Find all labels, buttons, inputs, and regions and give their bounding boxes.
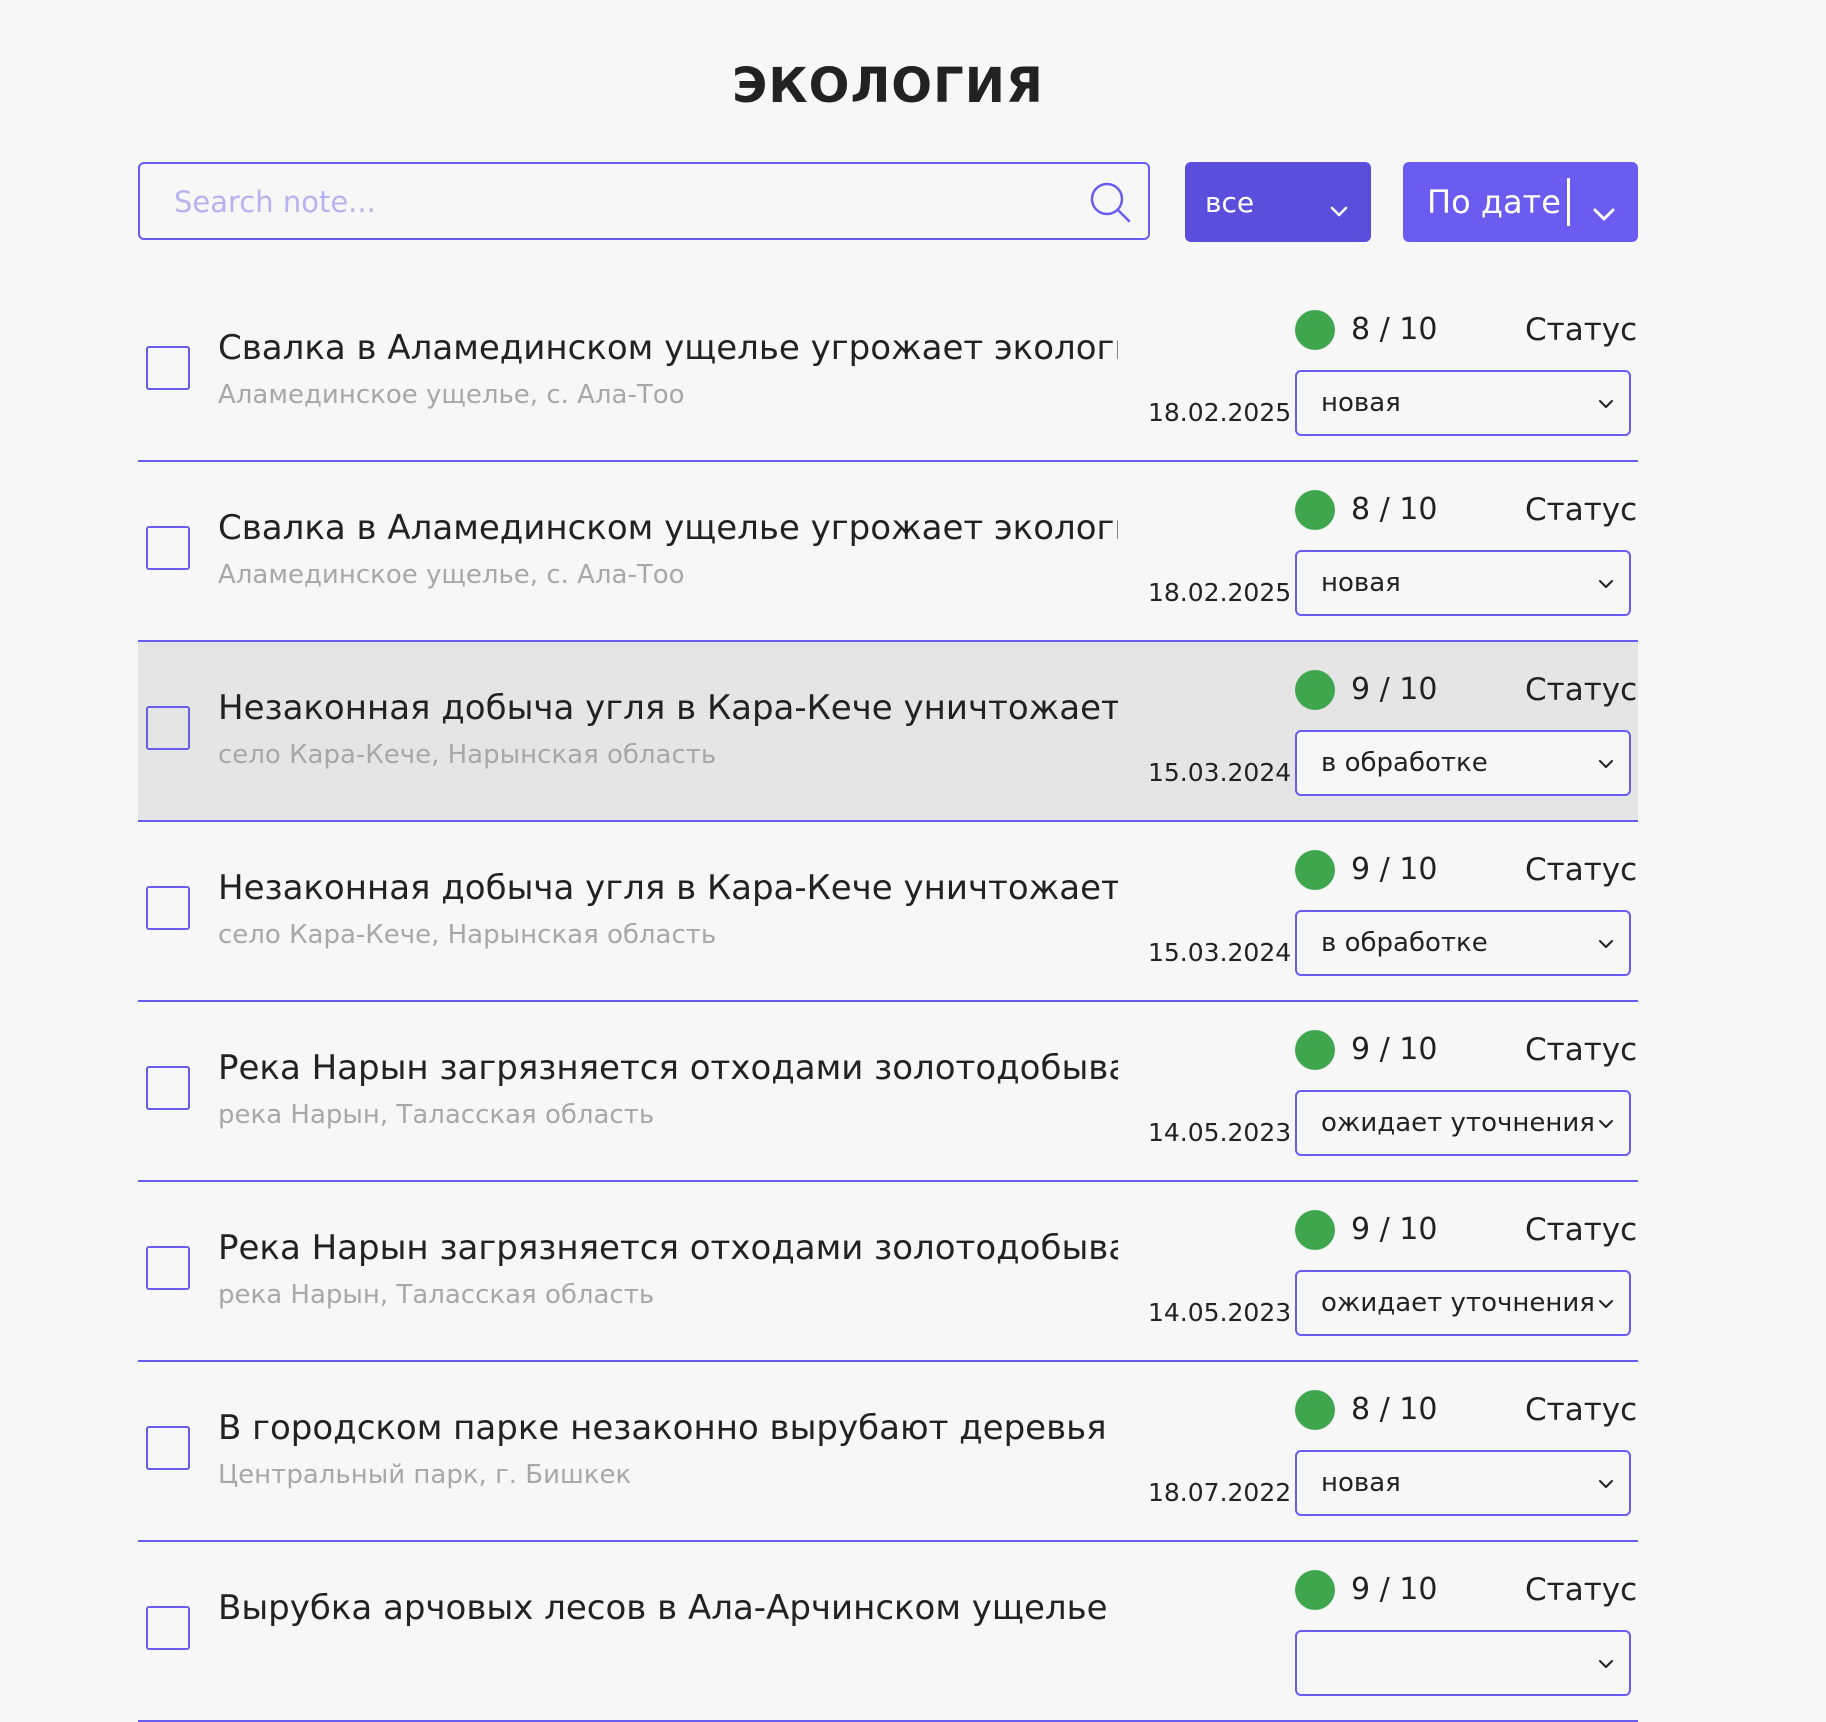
score-indicator-dot	[1295, 310, 1335, 350]
score-indicator-dot	[1295, 1210, 1335, 1250]
report-date: 14.05.2023	[1148, 1118, 1292, 1147]
search-box[interactable]	[138, 162, 1150, 240]
select-checkbox[interactable]	[146, 886, 190, 930]
list-item[interactable]: Незаконная добыча угля в Кара-Кече уничт…	[138, 822, 1638, 1002]
chevron-down-icon	[1597, 1476, 1615, 1495]
list-item[interactable]: Вырубка арчовых лесов в Ала-Арчинском ущ…	[138, 1542, 1638, 1722]
chevron-down-icon	[1597, 936, 1615, 955]
report-date: 15.03.2024	[1148, 938, 1292, 967]
select-checkbox[interactable]	[146, 1066, 190, 1110]
status-select[interactable]: в обработке	[1295, 910, 1631, 976]
status-select[interactable]: ожидает уточнения	[1295, 1090, 1631, 1156]
chevron-down-icon[interactable]	[1592, 192, 1616, 230]
score-indicator-dot	[1295, 1570, 1335, 1610]
chevron-down-icon	[1597, 1116, 1615, 1135]
score-value: 9 / 10	[1351, 1032, 1438, 1067]
score-value: 8 / 10	[1351, 312, 1438, 347]
status-label: Статус	[1525, 1212, 1638, 1248]
select-checkbox[interactable]	[146, 1426, 190, 1470]
status-select[interactable]: новая	[1295, 370, 1631, 436]
status-value: ожидает уточнения	[1321, 1108, 1595, 1138]
report-title[interactable]: Вырубка арчовых лесов в Ала-Арчинском ущ…	[218, 1588, 1118, 1628]
score-value: 9 / 10	[1351, 852, 1438, 887]
report-title[interactable]: Река Нарын загрязняется отходами золотод…	[218, 1228, 1118, 1268]
status-select[interactable]: новая	[1295, 1450, 1631, 1516]
score-indicator-dot	[1295, 670, 1335, 710]
score-value: 9 / 10	[1351, 672, 1438, 707]
chevron-down-icon	[1597, 396, 1615, 415]
select-checkbox[interactable]	[146, 706, 190, 750]
score-value: 8 / 10	[1351, 1392, 1438, 1427]
status-select[interactable]: новая	[1295, 550, 1631, 616]
score-value: 9 / 10	[1351, 1572, 1438, 1607]
status-value: ожидает уточнения	[1321, 1288, 1595, 1318]
status-label: Статус	[1525, 1032, 1638, 1068]
status-label: Статус	[1525, 492, 1638, 528]
status-select[interactable]: ожидает уточнения	[1295, 1270, 1631, 1336]
report-title[interactable]: Свалка в Аламединском ущелье угрожает эк…	[218, 508, 1118, 548]
report-title[interactable]: Незаконная добыча угля в Кара-Кече уничт…	[218, 688, 1118, 728]
category-filter-value: все	[1205, 185, 1255, 219]
list-item[interactable]: Река Нарын загрязняется отходами золотод…	[138, 1182, 1638, 1362]
category-filter-select[interactable]: все	[1185, 162, 1371, 242]
report-title[interactable]: В городском парке незаконно вырубают дер…	[218, 1408, 1118, 1448]
report-list: Свалка в Аламединском ущелье угрожает эк…	[138, 282, 1638, 1722]
list-item[interactable]: Река Нарын загрязняется отходами золотод…	[138, 1002, 1638, 1182]
report-date: 18.07.2022	[1148, 1478, 1292, 1507]
search-input[interactable]	[172, 164, 1076, 240]
status-label: Статус	[1525, 852, 1638, 888]
status-label: Статус	[1525, 1392, 1638, 1428]
select-checkbox[interactable]	[146, 1606, 190, 1650]
status-select[interactable]: в обработке	[1295, 730, 1631, 796]
status-label: Статус	[1525, 672, 1638, 708]
status-select[interactable]	[1295, 1630, 1631, 1696]
sort-by-date-button[interactable]: По дате	[1403, 162, 1638, 242]
report-location: река Нарын, Таласская область	[218, 1280, 655, 1310]
status-value: в обработке	[1321, 748, 1488, 778]
report-title[interactable]: Река Нарын загрязняется отходами золотод…	[218, 1048, 1118, 1088]
report-location: Центральный парк, г. Бишкек	[218, 1460, 632, 1490]
report-location: село Кара-Кече, Нарынская область	[218, 740, 717, 770]
chevron-down-icon	[1597, 1656, 1615, 1675]
status-label: Статус	[1525, 312, 1638, 348]
report-date: 15.03.2024	[1148, 758, 1292, 787]
report-date: 18.02.2025	[1148, 398, 1292, 427]
chevron-down-icon	[1597, 756, 1615, 775]
score-indicator-dot	[1295, 1390, 1335, 1430]
select-checkbox[interactable]	[146, 346, 190, 390]
score-indicator-dot	[1295, 850, 1335, 890]
report-location: село Кара-Кече, Нарынская область	[218, 920, 717, 950]
list-item[interactable]: Незаконная добыча угля в Кара-Кече уничт…	[138, 642, 1638, 822]
chevron-down-icon	[1329, 192, 1349, 225]
report-date: 18.02.2025	[1148, 578, 1292, 607]
page-title: ЭКОЛОГИЯ	[732, 58, 1044, 114]
report-date: 14.05.2023	[1148, 1298, 1292, 1327]
status-label: Статус	[1525, 1572, 1638, 1608]
list-item[interactable]: Свалка в Аламединском ущелье угрожает эк…	[138, 462, 1638, 642]
score-indicator-dot	[1295, 490, 1335, 530]
report-title[interactable]: Незаконная добыча угля в Кара-Кече уничт…	[218, 868, 1118, 908]
status-value: новая	[1321, 1468, 1401, 1498]
chevron-down-icon	[1597, 1296, 1615, 1315]
select-checkbox[interactable]	[146, 1246, 190, 1290]
report-location: река Нарын, Таласская область	[218, 1100, 655, 1130]
sort-divider	[1567, 178, 1570, 226]
report-location: Аламединское ущелье, с. Ала-Тоо	[218, 560, 685, 590]
sort-label: По дате	[1427, 183, 1561, 221]
chevron-down-icon	[1597, 576, 1615, 595]
score-value: 9 / 10	[1351, 1212, 1438, 1247]
score-value: 8 / 10	[1351, 492, 1438, 527]
select-checkbox[interactable]	[146, 526, 190, 570]
list-item[interactable]: В городском парке незаконно вырубают дер…	[138, 1362, 1638, 1542]
score-indicator-dot	[1295, 1030, 1335, 1070]
list-item[interactable]: Свалка в Аламединском ущелье угрожает эк…	[138, 282, 1638, 462]
report-title[interactable]: Свалка в Аламединском ущелье угрожает эк…	[218, 328, 1118, 368]
search-icon[interactable]	[1088, 180, 1132, 224]
status-value: новая	[1321, 388, 1401, 418]
report-location: Аламединское ущелье, с. Ала-Тоо	[218, 380, 685, 410]
status-value: в обработке	[1321, 928, 1488, 958]
status-value: новая	[1321, 568, 1401, 598]
